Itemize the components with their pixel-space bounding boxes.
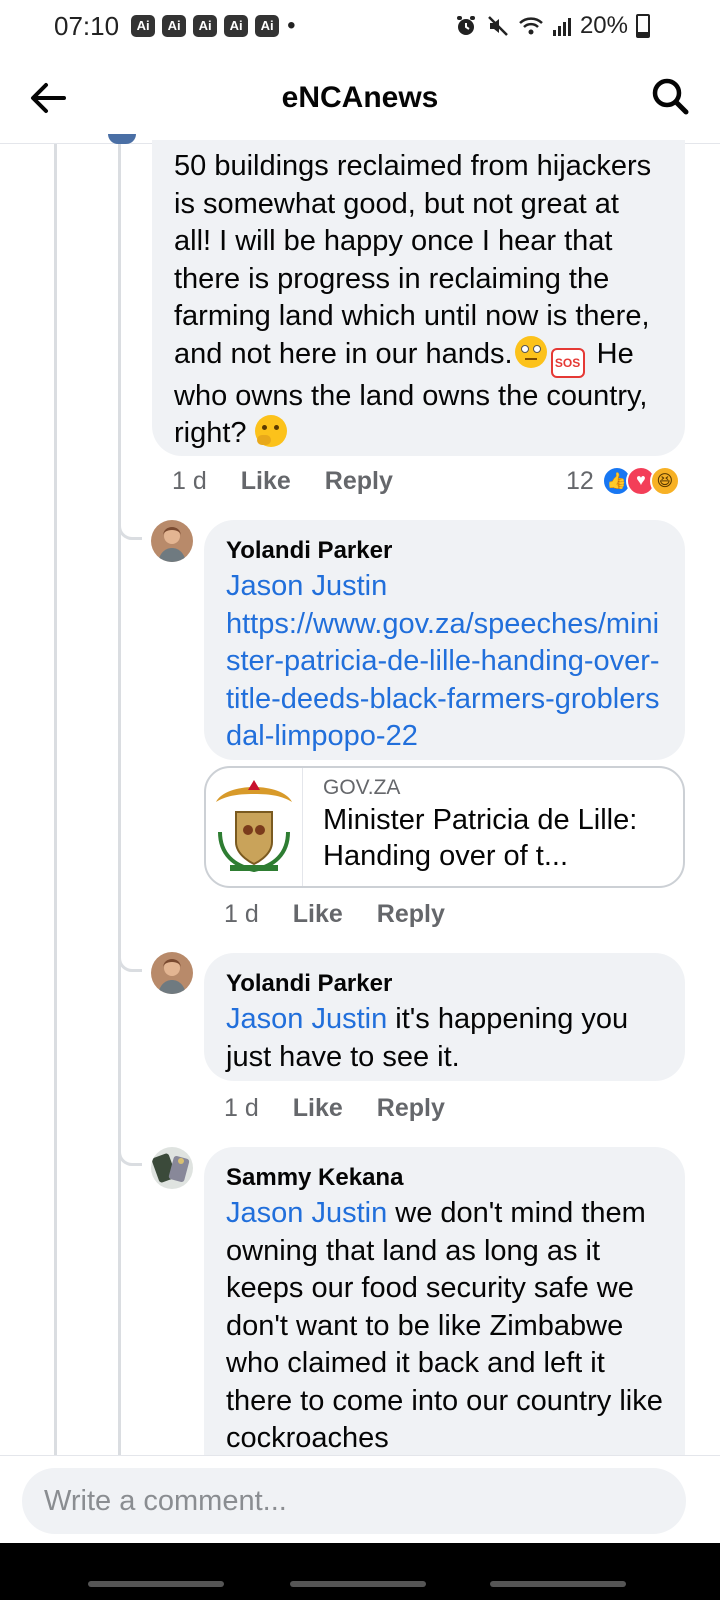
search-icon[interactable] bbox=[650, 76, 690, 116]
comment-bubble: Sammy Kekana Jason Justin we don't mind … bbox=[204, 1147, 685, 1455]
avatar[interactable] bbox=[151, 1147, 193, 1189]
wifi-icon bbox=[519, 17, 543, 35]
preview-thumbnail bbox=[206, 768, 303, 886]
notification-dot: • bbox=[287, 12, 296, 39]
mention-link[interactable]: Jason Justin bbox=[226, 568, 663, 606]
mention-link[interactable]: Jason Justin bbox=[226, 1197, 387, 1229]
avatar[interactable] bbox=[151, 520, 193, 562]
reaction-count: 12 bbox=[566, 466, 594, 495]
reactions-summary[interactable]: 12 👍 ♥ 😆 bbox=[566, 466, 680, 496]
like-button[interactable]: Like bbox=[241, 467, 291, 496]
comment-actions: 1 d Like Reply bbox=[224, 1094, 445, 1123]
reply-button[interactable]: Reply bbox=[377, 1094, 445, 1123]
nav-home-button[interactable] bbox=[290, 1581, 426, 1587]
comment-author[interactable]: Yolandi Parker bbox=[226, 534, 663, 568]
reply-button[interactable]: Reply bbox=[377, 900, 445, 929]
sos-icon: SOS bbox=[550, 347, 585, 378]
rolling-eyes-emoji-icon bbox=[514, 335, 547, 368]
coat-of-arms-icon bbox=[216, 780, 292, 873]
comment-author[interactable]: Yolandi Parker bbox=[226, 967, 663, 1001]
thread-line-outer bbox=[54, 144, 57, 1455]
status-icons: 20% bbox=[454, 12, 650, 40]
haha-reaction-icon: 😆 bbox=[649, 466, 680, 496]
alarm-icon bbox=[456, 16, 475, 35]
system-nav-bar bbox=[0, 1543, 720, 1600]
comment-author[interactable]: Sammy Kekana bbox=[226, 1161, 663, 1195]
thinking-face-emoji-icon bbox=[254, 415, 287, 447]
reply-button[interactable]: Reply bbox=[325, 467, 393, 496]
back-arrow-icon[interactable] bbox=[28, 78, 68, 118]
mute-icon bbox=[488, 16, 508, 36]
comment-bubble: Yolandi Parker Jason Justin https://www.… bbox=[204, 520, 685, 760]
ai-badge: Ai bbox=[193, 15, 218, 37]
preview-title: Minister Patricia de Lille: Handing over… bbox=[323, 804, 638, 872]
comment-time: 1 d bbox=[172, 467, 207, 495]
ai-badge: Ai bbox=[131, 15, 156, 37]
ai-badge: Ai bbox=[162, 15, 187, 37]
preview-domain: GOV.ZA bbox=[323, 776, 401, 799]
battery-icon bbox=[636, 14, 650, 38]
comment-bubble: 50 buildings reclaimed from hijackers is… bbox=[152, 140, 685, 456]
comment-input[interactable]: Write a comment... bbox=[22, 1468, 686, 1534]
like-button[interactable]: Like bbox=[293, 900, 343, 929]
reply-connector bbox=[118, 952, 142, 972]
link-preview-card[interactable]: GOV.ZA Minister Patricia de Lille: Handi… bbox=[204, 766, 685, 888]
mention-link[interactable]: Jason Justin bbox=[226, 1003, 387, 1035]
comment-time: 1 d bbox=[224, 1094, 259, 1122]
reply-connector bbox=[118, 1146, 142, 1166]
nav-recents-button[interactable] bbox=[88, 1581, 224, 1587]
signal-icon bbox=[552, 18, 571, 36]
reply-connector bbox=[118, 520, 142, 540]
avatar[interactable] bbox=[151, 952, 193, 994]
preview-body: GOV.ZA Minister Patricia de Lille: Handi… bbox=[303, 768, 683, 886]
comment-bubble: Yolandi Parker Jason Justin it's happeni… bbox=[204, 953, 685, 1081]
thread-line-inner bbox=[118, 144, 121, 1455]
status-bar: 07:10 Ai Ai Ai Ai Ai • 20% bbox=[0, 0, 720, 52]
page-title: eNCAnews bbox=[281, 80, 439, 114]
comment-text: 50 buildings reclaimed from hijackers is… bbox=[174, 150, 652, 449]
comment-actions: 1 d Like Reply bbox=[172, 467, 393, 496]
page-header: eNCAnews bbox=[0, 52, 720, 144]
battery-percent: 20% bbox=[579, 12, 628, 39]
comment-actions: 1 d Like Reply bbox=[224, 900, 445, 929]
like-button[interactable]: Like bbox=[293, 1094, 343, 1123]
nav-back-button[interactable] bbox=[490, 1581, 626, 1587]
status-time: 07:10 bbox=[54, 10, 120, 41]
ai-badge: Ai bbox=[224, 15, 249, 37]
url-link[interactable]: https://www.gov.za/speeches/minister-pat… bbox=[226, 606, 663, 756]
comment-text: Jason Justin we don't mind them owning t… bbox=[226, 1197, 663, 1454]
comment-text: Jason Justin it's happening you just hav… bbox=[226, 1003, 629, 1073]
comment-time: 1 d bbox=[224, 900, 259, 928]
ai-badge: Ai bbox=[255, 15, 280, 37]
comment-composer: Write a comment... bbox=[0, 1455, 720, 1543]
